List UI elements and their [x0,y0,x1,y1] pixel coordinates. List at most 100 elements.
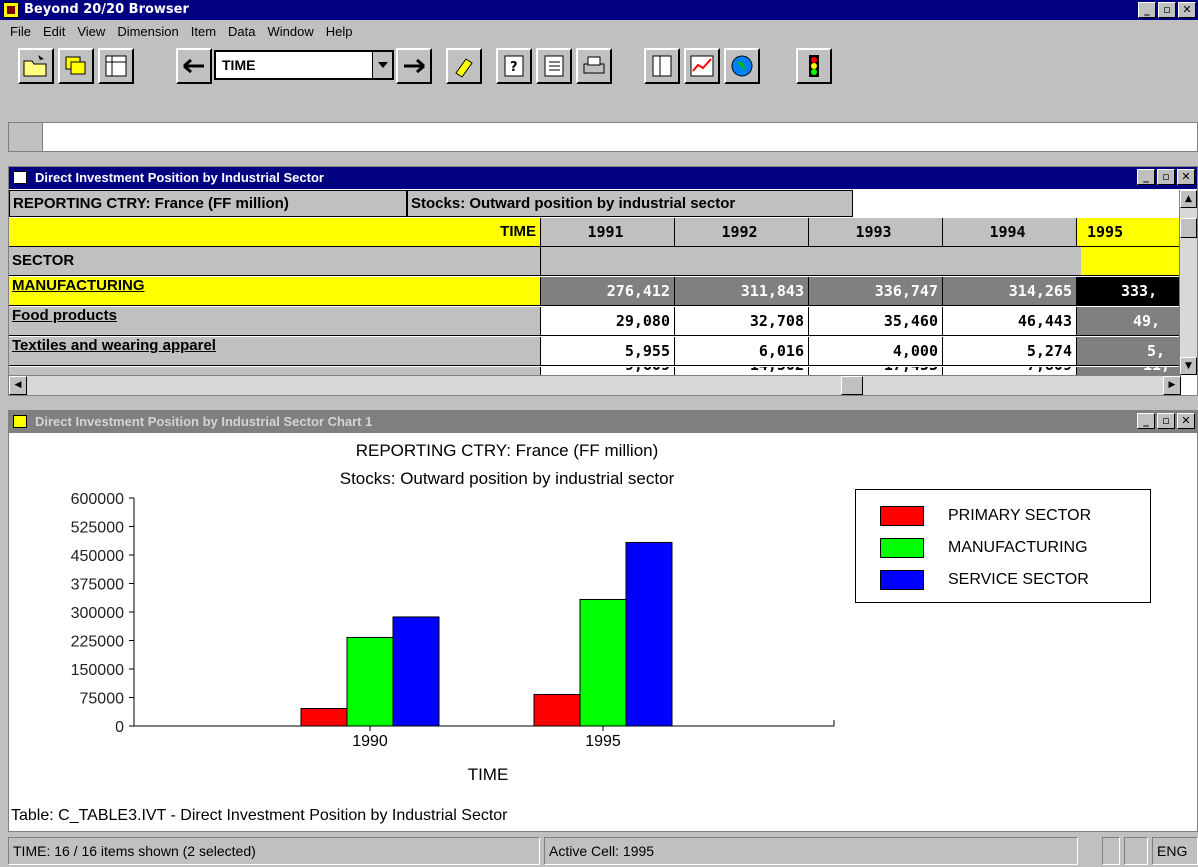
menu-edit[interactable]: Edit [37,24,71,39]
row-label[interactable]: MANUFACTURING [9,277,541,306]
horizontal-scrollbar[interactable]: ◀ ▶ [9,375,1181,395]
printer-icon [583,56,605,74]
table-cell[interactable]: 4,000 [809,337,943,366]
map-view-button[interactable] [724,48,760,84]
scroll-up-icon[interactable]: ▲ [1180,190,1197,208]
table-cell[interactable]: 276,412 [541,277,675,306]
table-cell[interactable]: 17,453 [809,367,943,375]
app-title-bar[interactable]: Beyond 20/20 Browser _ ▫ ✕ [0,0,1198,20]
table-maximize-button[interactable]: ▫ [1157,169,1175,185]
restore-button[interactable]: ▫ [1158,2,1176,18]
menu-data[interactable]: Data [222,24,261,39]
y-tick-label: 300000 [71,605,124,622]
column-dimension-label[interactable]: TIME [9,218,541,247]
table-close-button[interactable]: ✕ [1177,169,1195,185]
arrow-left-icon [183,58,204,74]
scroll-left-icon[interactable]: ◀ [9,376,27,395]
table-cell[interactable]: 49, [1077,307,1181,336]
prev-dimension-button[interactable] [176,48,212,84]
chart-view-button[interactable] [684,48,720,84]
menu-window[interactable]: Window [262,24,320,39]
app-icon[interactable] [3,2,19,18]
table-icon [105,55,127,77]
horizontal-scroll-thumb[interactable] [841,376,863,395]
table-cell[interactable]: 314,265 [943,277,1077,306]
next-dimension-button[interactable] [396,48,432,84]
chart-window-title-bar[interactable]: Direct Investment Position by Industrial… [9,411,1197,433]
selected-column-spacer [1081,247,1181,276]
filter-reporting-country[interactable]: REPORTING CTRY: France (FF million) [9,190,407,217]
document-view-button[interactable] [644,48,680,84]
table-window-title: Direct Investment Position by Industrial… [35,170,324,185]
traffic-light-button[interactable] [796,48,832,84]
dimension-select[interactable]: TIME [214,50,394,80]
column-header[interactable]: 1992 [675,218,809,247]
table-cell[interactable]: 32,708 [675,307,809,336]
chart-legend: PRIMARY SECTOR MANUFACTURING SERVICE SEC… [855,489,1151,603]
y-tick-label: 75000 [80,691,125,708]
table-cell[interactable]: 9,609 [541,367,675,375]
row-label[interactable]: Wood, publishing and printing [9,367,541,375]
table-cell[interactable]: 5, [1077,337,1181,366]
table-cell[interactable]: 29,080 [541,307,675,336]
chart-minimize-button[interactable]: _ [1137,413,1155,429]
chart-maximize-button[interactable]: ▫ [1157,413,1175,429]
print-button[interactable] [576,48,612,84]
table-cell[interactable]: 7,809 [943,367,1077,375]
edit-bar-cap [9,123,43,151]
menu-file[interactable]: File [4,24,37,39]
dimension-select-value: TIME [222,57,256,73]
menu-dimension[interactable]: Dimension [111,24,184,39]
status-items-shown: TIME: 16 / 16 items shown (2 selected) [8,837,540,865]
row-dimension-label[interactable]: SECTOR [9,247,541,276]
chart-close-button[interactable]: ✕ [1177,413,1195,429]
close-button[interactable]: ✕ [1178,2,1196,18]
legend-item: SERVICE SECTOR [880,570,1089,590]
table-window-title-bar[interactable]: Direct Investment Position by Industrial… [9,167,1197,189]
export-document-icon [544,55,564,77]
scroll-down-icon[interactable]: ▼ [1180,357,1197,375]
table-cell[interactable]: 311,843 [675,277,809,306]
table-cell[interactable]: 336,747 [809,277,943,306]
column-header[interactable]: 1993 [809,218,943,247]
open-folder-button[interactable] [18,48,54,84]
legend-item: MANUFACTURING [880,538,1088,558]
copy-tables-button[interactable] [58,48,94,84]
menu-help[interactable]: Help [320,24,359,39]
table-view-button[interactable] [98,48,134,84]
minimize-button[interactable]: _ [1138,2,1156,18]
question-document-icon: ? [504,55,524,77]
status-bar: TIME: 16 / 16 items shown (2 selected) A… [0,834,1198,867]
bar-primary-sector [533,693,581,727]
table-cell[interactable]: 5,274 [943,337,1077,366]
table-cell[interactable]: 46,443 [943,307,1077,336]
column-header-selected[interactable]: 1995 [1077,218,1181,247]
export-button[interactable] [536,48,572,84]
active-cell[interactable]: 333, [1077,277,1181,306]
query-button[interactable]: ? [496,48,532,84]
scroll-right-icon[interactable]: ▶ [1163,376,1181,395]
edit-bar[interactable] [8,122,1198,152]
row-label[interactable]: Textiles and wearing apparel [9,337,541,366]
chart-icon [13,415,27,428]
table-cell[interactable]: 14,502 [675,367,809,375]
stacked-tables-icon [65,56,86,75]
row-label[interactable]: Food products [9,307,541,336]
column-header[interactable]: 1994 [943,218,1077,247]
table-cell[interactable]: 11, [1077,367,1181,375]
menu-item[interactable]: Item [185,24,222,39]
column-header[interactable]: 1991 [541,218,675,247]
label-button[interactable] [446,48,482,84]
bar-service-sector [625,541,673,727]
table-cell[interactable]: 5,955 [541,337,675,366]
y-tick-label: 225000 [71,634,124,651]
table-minimize-button[interactable]: _ [1137,169,1155,185]
table-cell[interactable]: 6,016 [675,337,809,366]
arrow-right-icon [404,58,425,74]
filter-stocks[interactable]: Stocks: Outward position by industrial s… [407,190,853,217]
menu-view[interactable]: View [71,24,111,39]
vertical-scroll-thumb[interactable] [1180,218,1197,238]
chevron-down-icon[interactable] [372,52,392,78]
table-cell[interactable]: 35,460 [809,307,943,336]
vertical-scrollbar[interactable]: ▲ ▼ [1179,190,1197,375]
